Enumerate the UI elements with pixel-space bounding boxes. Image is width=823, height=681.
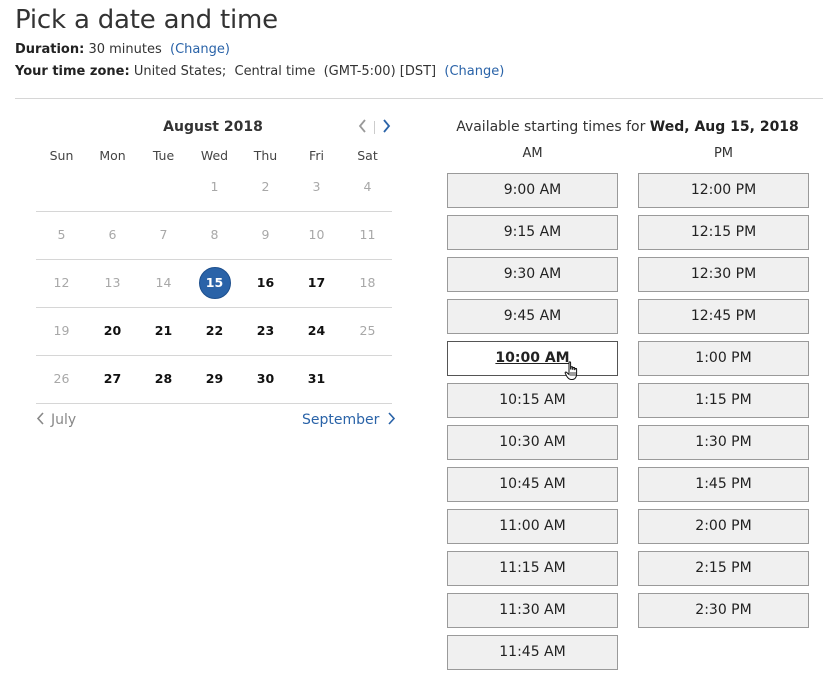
pm-column-header: PM xyxy=(713,146,734,161)
calendar-day-disabled: 6 xyxy=(108,227,117,242)
time-slot-button[interactable]: 2:15 PM xyxy=(638,551,809,586)
time-slot-button[interactable]: 12:00 PM xyxy=(638,173,809,208)
calendar-day-disabled: 9 xyxy=(261,227,270,242)
calendar-day-available[interactable]: 16 xyxy=(240,259,291,307)
calendar-day-disabled: 19 xyxy=(53,323,70,338)
available-times-prefix: Available starting times for xyxy=(456,119,646,135)
calendar-nav-divider xyxy=(374,121,375,134)
calendar-day-available[interactable]: 27 xyxy=(87,355,138,403)
time-slot-button[interactable]: 2:00 PM xyxy=(638,509,809,544)
time-slot-button[interactable]: 10:15 AM xyxy=(447,383,618,418)
timezone-change-close: ) xyxy=(499,64,505,79)
chevron-right-icon[interactable] xyxy=(382,118,392,138)
time-slot-button[interactable]: 12:45 PM xyxy=(638,299,809,334)
calendar-day-available[interactable]: 24 xyxy=(291,307,342,355)
time-slot-button[interactable]: 1:45 PM xyxy=(638,467,809,502)
calendar-week-row: 26 27 28 29 30 31 xyxy=(36,355,392,404)
timezone-line: Your time zone: United States; Central t… xyxy=(15,64,504,79)
calendar-day-available[interactable]: 31 xyxy=(291,355,342,403)
calendar-day-disabled: 3 xyxy=(312,179,321,194)
time-slot-button[interactable]: 11:45 AM xyxy=(447,635,618,670)
duration-label: Duration: xyxy=(15,42,85,57)
calendar-week-row: 1 2 3 4 xyxy=(36,163,392,212)
am-column-header: AM xyxy=(522,146,543,161)
chevron-right-icon xyxy=(388,412,396,425)
timezone-label: Your time zone: xyxy=(15,64,130,79)
calendar-day-available[interactable]: 28 xyxy=(138,355,189,403)
duration-value: 30 minutes xyxy=(88,42,162,57)
calendar-week-row: 19 20 21 22 23 24 25 xyxy=(36,307,392,356)
time-slot-button[interactable]: 10:30 AM xyxy=(447,425,618,460)
selected-day-marker: 15 xyxy=(198,267,231,299)
time-slot-button[interactable]: 11:30 AM xyxy=(447,593,618,628)
time-slot-button[interactable]: 2:30 PM xyxy=(638,593,809,628)
prev-month-link[interactable]: July xyxy=(36,412,76,428)
page-title: Pick a date and time xyxy=(15,5,278,35)
weekday-label: Fri xyxy=(309,148,324,163)
time-slot-button[interactable]: 11:00 AM xyxy=(447,509,618,544)
time-slot-button[interactable]: 9:15 AM xyxy=(447,215,618,250)
calendar-day-disabled: 8 xyxy=(210,227,219,242)
hand-pointer-icon xyxy=(564,361,578,380)
time-slot-button[interactable]: 10:45 AM xyxy=(447,467,618,502)
calendar-week-row: 12 13 14 15 16 17 18 xyxy=(36,259,392,308)
calendar-day-available[interactable]: 20 xyxy=(87,307,138,355)
calendar-empty-cell xyxy=(342,355,393,403)
weekday-label: Wed xyxy=(200,148,229,163)
time-slot-button[interactable]: 11:15 AM xyxy=(447,551,618,586)
calendar-day-available[interactable]: 30 xyxy=(240,355,291,403)
calendar-empty-cell xyxy=(87,163,138,211)
next-month-label: September xyxy=(302,412,380,428)
timezone-change-link[interactable]: Change xyxy=(449,64,499,79)
time-slot-button[interactable]: 9:45 AM xyxy=(447,299,618,334)
weekday-label: Sat xyxy=(357,148,378,163)
time-slot-button[interactable]: 10:00 AM xyxy=(447,341,618,376)
chevron-left-icon[interactable] xyxy=(357,118,367,138)
weekday-label: Mon xyxy=(99,148,126,163)
header-divider xyxy=(15,98,823,99)
calendar-month-label: August 2018 xyxy=(163,119,263,135)
calendar-day-disabled: 2 xyxy=(261,179,270,194)
calendar-day-selected[interactable]: 15 xyxy=(189,259,240,307)
calendar-day-disabled: 5 xyxy=(57,227,66,242)
calendar-day-disabled: 1 xyxy=(210,179,219,194)
duration-change-close: ) xyxy=(224,42,230,57)
time-slot-button[interactable]: 1:15 PM xyxy=(638,383,809,418)
prev-month-label: July xyxy=(51,412,77,428)
calendar-day-available[interactable]: 21 xyxy=(138,307,189,355)
calendar-day-disabled: 13 xyxy=(104,275,121,290)
calendar-day-disabled: 25 xyxy=(359,323,376,338)
time-slot-button[interactable]: 1:00 PM xyxy=(638,341,809,376)
next-month-link[interactable]: September xyxy=(302,412,396,428)
calendar-day-disabled: 7 xyxy=(159,227,168,242)
time-slot-button[interactable]: 12:15 PM xyxy=(638,215,809,250)
weekday-label: Sun xyxy=(49,148,74,163)
calendar-empty-cell xyxy=(138,163,189,211)
weekday-label: Thu xyxy=(253,148,278,163)
calendar-day-disabled: 11 xyxy=(359,227,376,242)
time-slot-button[interactable]: 9:00 AM xyxy=(447,173,618,208)
timezone-value: United States; Central time (GMT-5:00) [… xyxy=(133,64,437,79)
duration-change-link[interactable]: Change xyxy=(175,42,225,57)
calendar-day-available[interactable]: 22 xyxy=(189,307,240,355)
calendar-day-disabled: 12 xyxy=(53,275,70,290)
available-times-heading: Available starting times for Wed, Aug 15… xyxy=(440,119,815,135)
weekday-label: Tue xyxy=(152,148,175,163)
time-slot-button[interactable]: 9:30 AM xyxy=(447,257,618,292)
calendar-day-available[interactable]: 29 xyxy=(189,355,240,403)
calendar-day-disabled: 4 xyxy=(363,179,372,194)
chevron-left-icon xyxy=(36,412,44,425)
calendar-day-disabled: 10 xyxy=(308,227,325,242)
available-times-date: Wed, Aug 15, 2018 xyxy=(649,119,799,135)
calendar-day-disabled: 18 xyxy=(359,275,376,290)
calendar-empty-cell xyxy=(36,163,87,211)
time-slot-button[interactable]: 12:30 PM xyxy=(638,257,809,292)
calendar-week-row: 5 6 7 8 9 10 11 xyxy=(36,211,392,260)
duration-line: Duration: 30 minutes (Change) xyxy=(15,42,230,57)
calendar-day-available[interactable]: 17 xyxy=(291,259,342,307)
time-slot-button[interactable]: 1:30 PM xyxy=(638,425,809,460)
calendar-day-available[interactable]: 23 xyxy=(240,307,291,355)
calendar-day-disabled: 26 xyxy=(53,371,70,386)
calendar-day-disabled: 14 xyxy=(155,275,172,290)
